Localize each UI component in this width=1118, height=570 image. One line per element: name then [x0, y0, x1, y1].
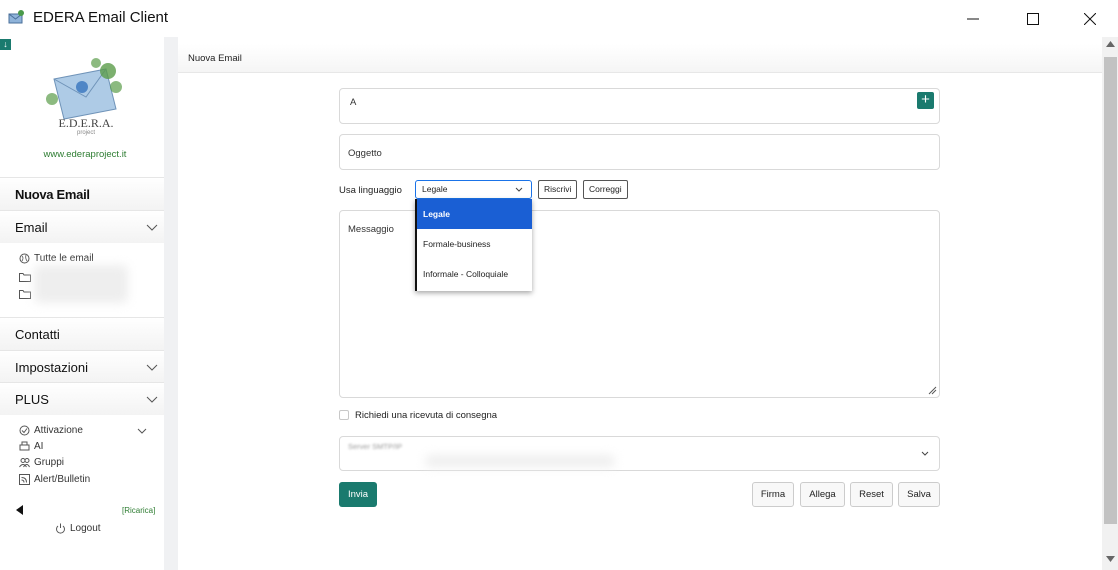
printer-icon: [19, 441, 30, 451]
edera-logo: E.D.E.R.A. project: [46, 58, 122, 136]
correct-button[interactable]: Correggi: [583, 180, 628, 199]
reset-button[interactable]: Reset: [850, 482, 893, 507]
plus-item-label: AI: [34, 441, 44, 452]
chevron-down-icon: [146, 396, 158, 403]
receipt-label: Richiedi una ricevuta di consegna: [355, 410, 498, 421]
maximize-button[interactable]: [1010, 0, 1056, 37]
plus-icon: +: [921, 91, 930, 108]
chevron-down-icon: [921, 451, 929, 456]
folder-tutte-le-email[interactable]: Tutte le email: [19, 253, 94, 264]
nav-email[interactable]: Email: [0, 210, 164, 243]
reload-link[interactable]: [Ricarica]: [122, 506, 155, 515]
svg-text:E.D.E.R.A.: E.D.E.R.A.: [59, 116, 114, 130]
plus-item-label: Attivazione: [34, 425, 83, 436]
signature-button[interactable]: Firma: [752, 482, 794, 507]
sidebar-gutter: [164, 37, 178, 570]
chevron-down-icon[interactable]: [137, 427, 147, 435]
folder-label: Tutte le email: [34, 253, 94, 264]
minimize-button[interactable]: [950, 0, 996, 37]
plus-item-alert-bulletin[interactable]: Alert/Bulletin: [19, 474, 90, 485]
receipt-checkbox[interactable]: [339, 410, 349, 420]
globe-icon: [19, 253, 30, 264]
scroll-down-icon[interactable]: [1106, 556, 1115, 562]
smtp-label: Server SMTP/IP: [348, 442, 403, 451]
window-title: EDERA Email Client: [33, 9, 169, 26]
check-circle-icon: [19, 425, 30, 436]
nav-nuova-email-label: Nuova Email: [15, 186, 90, 202]
folder-icon[interactable]: [19, 289, 31, 299]
collapse-left-icon[interactable]: [16, 505, 23, 515]
nav-plus-label: PLUS: [15, 391, 49, 407]
logout-button[interactable]: Logout: [55, 523, 101, 534]
add-recipient-button[interactable]: +: [917, 92, 934, 109]
send-button[interactable]: Invia: [339, 482, 377, 507]
language-option-legale[interactable]: Legale: [417, 199, 532, 229]
language-select[interactable]: Legale: [415, 180, 532, 199]
plus-item-ai[interactable]: AI: [19, 441, 43, 452]
nav-plus[interactable]: PLUS: [0, 382, 164, 415]
attach-button[interactable]: Allega: [800, 482, 845, 507]
scroll-up-icon[interactable]: [1106, 41, 1115, 47]
plus-item-gruppi[interactable]: Gruppi: [19, 457, 64, 468]
close-button[interactable]: [1067, 0, 1113, 37]
chevron-down-icon: [146, 224, 158, 231]
logout-label: Logout: [70, 523, 101, 534]
save-button[interactable]: Salva: [898, 482, 940, 507]
chevron-down-icon: [146, 364, 158, 371]
nav-contatti-label: Contatti: [15, 326, 60, 342]
plus-item-attivazione[interactable]: Attivazione: [19, 425, 83, 436]
download-icon[interactable]: ↓: [0, 39, 11, 50]
to-placeholder: A: [350, 97, 357, 108]
to-field[interactable]: A: [339, 88, 940, 124]
nav-contatti[interactable]: Contatti: [0, 317, 164, 350]
redacted-folders: [34, 265, 128, 303]
chevron-down-icon: [515, 187, 523, 192]
message-placeholder: Messaggio: [348, 224, 394, 235]
nav-nuova-email[interactable]: Nuova Email: [0, 177, 164, 210]
title-bar: EDERA Email Client: [0, 0, 1118, 37]
language-dropdown: Legale Formale-business Informale - Coll…: [415, 199, 532, 291]
close-icon: [1084, 12, 1096, 25]
rewrite-button[interactable]: Riscrivi: [538, 180, 578, 199]
svg-text:project: project: [77, 130, 95, 136]
redacted-smtp: [425, 455, 615, 467]
users-icon: [19, 458, 30, 468]
website-link[interactable]: www.ederaproject.it: [0, 149, 170, 160]
page-header: Nuova Email: [178, 44, 1102, 73]
plus-item-label: Gruppi: [34, 457, 65, 468]
maximize-icon: [1027, 12, 1039, 25]
subject-field[interactable]: Oggetto: [339, 134, 940, 170]
nav-impostazioni[interactable]: Impostazioni: [0, 350, 164, 383]
language-selected: Legale: [422, 184, 448, 194]
language-label: Usa linguaggio: [339, 185, 402, 196]
nav-email-label: Email: [15, 219, 48, 235]
subject-placeholder: Oggetto: [348, 148, 382, 159]
language-option-informale[interactable]: Informale - Colloquiale: [417, 259, 532, 289]
folder-icon[interactable]: [19, 272, 31, 282]
resize-handle-icon[interactable]: [928, 386, 937, 395]
power-icon: [56, 523, 65, 534]
rss-icon: [19, 474, 30, 485]
minimize-icon: [967, 18, 979, 19]
nav-impostazioni-label: Impostazioni: [15, 359, 88, 375]
plus-item-label: Alert/Bulletin: [34, 474, 91, 485]
scrollbar-thumb[interactable]: [1104, 57, 1117, 524]
language-option-formale[interactable]: Formale-business: [417, 229, 532, 259]
page-title: Nuova Email: [188, 53, 242, 64]
app-icon: [8, 10, 24, 24]
